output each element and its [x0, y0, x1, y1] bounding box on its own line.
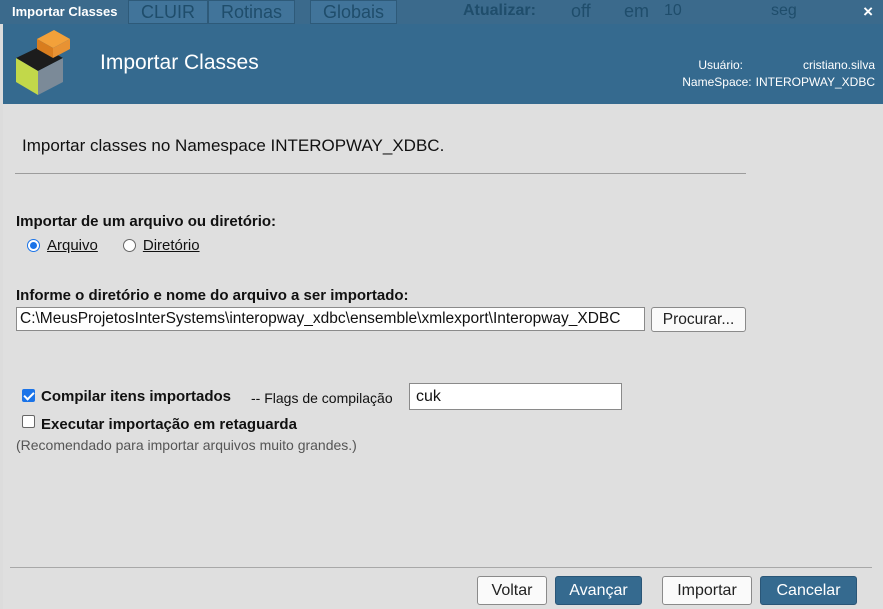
background-note: (Recomendado para importar arquivos muit… — [16, 437, 357, 453]
user-value: cristiano.silva — [802, 58, 875, 72]
page-description: Importar classes no Namespace INTEROPWAY… — [22, 136, 445, 155]
header-user-info: Usuário: cristiano.silva NameSpace: INTE… — [682, 57, 875, 91]
dialog-title: Importar Classes — [12, 4, 118, 19]
divider — [15, 173, 746, 174]
file-path-input[interactable]: C:\MeusProjetosInterSystems\interopway_x… — [16, 307, 645, 331]
header-title: Importar Classes — [100, 51, 259, 74]
radio-diretorio[interactable] — [122, 239, 136, 252]
namespace-label: NameSpace: — [682, 75, 752, 89]
next-button[interactable]: Avançar — [555, 576, 642, 605]
radio-arquivo-label[interactable]: Arquivo — [47, 237, 98, 254]
browse-button[interactable]: Procurar... — [651, 307, 746, 332]
source-radio-group: Arquivo Diretório — [27, 237, 200, 254]
back-button[interactable]: Voltar — [477, 576, 547, 605]
cube-logo-icon — [16, 30, 70, 95]
radio-diretorio-label[interactable]: Diretório — [143, 237, 200, 254]
import-button[interactable]: Importar — [662, 576, 752, 605]
flags-input[interactable]: cuk — [409, 383, 622, 410]
import-dialog: Importar Classes Usuário: cristiano.silv… — [3, 24, 883, 609]
path-label: Informe o diretório e nome do arquivo a … — [16, 287, 409, 304]
footer-divider — [10, 567, 872, 568]
background-checkbox[interactable] — [22, 415, 35, 428]
compile-label[interactable]: Compilar itens importados — [41, 388, 231, 405]
radio-arquivo[interactable] — [27, 239, 40, 252]
namespace-value: INTEROPWAY_XDBC — [755, 75, 875, 89]
compile-checkbox[interactable] — [22, 389, 35, 402]
user-label: Usuário: — [698, 58, 743, 72]
background-label[interactable]: Executar importação em retaguarda — [41, 416, 297, 433]
cancel-button[interactable]: Cancelar — [760, 576, 857, 605]
flags-label: -- Flags de compilação — [251, 390, 393, 406]
dialog-header: Importar Classes Usuário: cristiano.silv… — [3, 24, 883, 104]
close-icon[interactable]: × — [863, 1, 873, 23]
source-label: Importar de um arquivo ou diretório: — [16, 213, 277, 230]
dialog-titlebar: Importar Classes × — [0, 0, 883, 24]
